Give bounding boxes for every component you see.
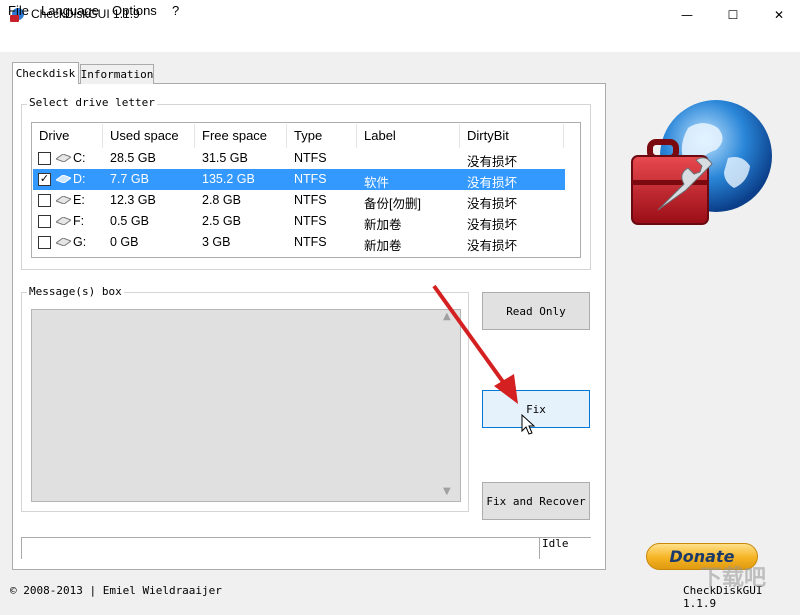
drive-checkbox[interactable] bbox=[38, 152, 51, 165]
menu-language[interactable]: Language bbox=[41, 3, 99, 18]
column-header-free-space[interactable]: Free space bbox=[195, 124, 287, 148]
file-system-type: NTFS bbox=[294, 214, 327, 228]
dirtybit-status: 没有损坏 bbox=[467, 197, 518, 211]
drive-row[interactable]: ✓ D: 7.7 GB 135.2 GB NTFS 软件 没有损坏 bbox=[33, 169, 565, 190]
file-system-type: NTFS bbox=[294, 193, 327, 207]
column-header-used-space[interactable]: Used space bbox=[103, 124, 195, 148]
free-space: 135.2 GB bbox=[202, 172, 255, 186]
menu-file[interactable]: File bbox=[8, 3, 29, 18]
message-group-label: Message(s) box bbox=[27, 285, 124, 298]
drive-row[interactable]: G: 0 GB 3 GB NTFS 新加卷 没有损坏 bbox=[33, 232, 565, 253]
drive-list[interactable]: Drive Used space Free space Type Label D… bbox=[31, 122, 581, 258]
red-arrow-annotation bbox=[432, 284, 518, 404]
message-box[interactable] bbox=[31, 309, 461, 502]
column-header-dirtybit[interactable]: DirtyBit bbox=[460, 124, 564, 148]
free-space: 2.5 GB bbox=[202, 214, 241, 228]
globe-toolbox-icon bbox=[631, 100, 772, 225]
drive-checkbox[interactable]: ✓ bbox=[38, 173, 51, 186]
volume-label: 软件 bbox=[364, 176, 390, 190]
drive-icon bbox=[56, 175, 71, 183]
used-space: 0 GB bbox=[110, 235, 139, 249]
drive-checkbox[interactable] bbox=[38, 194, 51, 207]
drive-icon bbox=[56, 217, 71, 225]
free-space: 2.8 GB bbox=[202, 193, 241, 207]
copyright-text: © 2008-2013 | Emiel Wieldraaijer bbox=[10, 584, 222, 597]
minimize-icon: — bbox=[681, 8, 693, 22]
drive-letter: E: bbox=[73, 193, 85, 207]
drive-row[interactable]: C: 28.5 GB 31.5 GB NTFS 没有损坏 bbox=[33, 148, 565, 169]
status-bar bbox=[21, 537, 591, 559]
dirtybit-status: 没有损坏 bbox=[467, 239, 518, 253]
column-header-drive[interactable]: Drive bbox=[32, 124, 103, 148]
drive-icon bbox=[56, 196, 71, 204]
drive-icon bbox=[56, 154, 71, 162]
drive-checkbox[interactable] bbox=[38, 236, 51, 249]
drive-row[interactable]: E: 12.3 GB 2.8 GB NTFS 备份[勿删] 没有损坏 bbox=[33, 190, 565, 211]
tab-information[interactable]: Information bbox=[80, 64, 154, 84]
used-space: 7.7 GB bbox=[110, 172, 149, 186]
dirtybit-status: 没有损坏 bbox=[467, 218, 518, 232]
watermark: 下载吧 bbox=[700, 566, 767, 591]
used-space: 0.5 GB bbox=[110, 214, 149, 228]
column-header-type[interactable]: Type bbox=[287, 124, 357, 148]
dirtybit-status: 没有损坏 bbox=[467, 155, 518, 169]
drive-letter: D: bbox=[73, 172, 86, 186]
volume-label: 新加卷 bbox=[364, 218, 402, 232]
mouse-cursor-icon bbox=[521, 414, 536, 435]
file-system-type: NTFS bbox=[294, 151, 327, 165]
close-button[interactable]: ✕ bbox=[756, 0, 800, 30]
dirtybit-status: 没有损坏 bbox=[467, 176, 518, 190]
minimize-button[interactable]: — bbox=[664, 0, 710, 30]
used-space: 28.5 GB bbox=[110, 151, 156, 165]
drive-row[interactable]: F: 0.5 GB 2.5 GB NTFS 新加卷 没有损坏 bbox=[33, 211, 565, 232]
volume-label: 新加卷 bbox=[364, 239, 402, 253]
menu-help[interactable]: ? bbox=[172, 3, 179, 18]
maximize-icon: ☐ bbox=[727, 8, 739, 22]
drive-checkbox[interactable] bbox=[38, 215, 51, 228]
scroll-down-icon[interactable]: ▼ bbox=[443, 486, 451, 497]
fix-and-recover-button[interactable]: Fix and Recover bbox=[482, 482, 590, 520]
free-space: 3 GB bbox=[202, 235, 231, 249]
close-icon: ✕ bbox=[773, 8, 785, 22]
status-divider bbox=[539, 537, 540, 559]
drive-letter: F: bbox=[73, 214, 85, 228]
drive-letter: C: bbox=[73, 151, 86, 165]
file-system-type: NTFS bbox=[294, 235, 327, 249]
volume-label: 备份[勿删] bbox=[364, 197, 421, 211]
file-system-type: NTFS bbox=[294, 172, 327, 186]
free-space: 31.5 GB bbox=[202, 151, 248, 165]
column-header-label[interactable]: Label bbox=[357, 124, 460, 148]
used-space: 12.3 GB bbox=[110, 193, 156, 207]
maximize-button[interactable]: ☐ bbox=[710, 0, 756, 30]
status-text: Idle bbox=[542, 537, 569, 550]
drive-icon bbox=[56, 238, 71, 246]
menu-bar bbox=[0, 30, 800, 52]
drive-letter: G: bbox=[73, 235, 87, 249]
tab-checkdisk[interactable]: Checkdisk bbox=[12, 62, 79, 84]
menu-options[interactable]: Options bbox=[112, 3, 157, 18]
drive-group-label: Select drive letter bbox=[27, 96, 157, 109]
